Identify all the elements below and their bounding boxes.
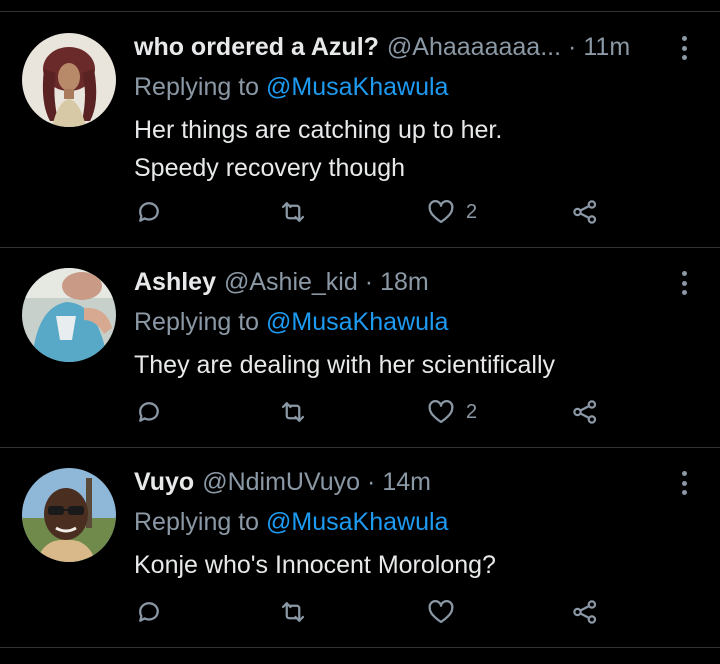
replying-to-label: Replying to xyxy=(134,308,260,336)
more-options-icon[interactable] xyxy=(672,33,696,63)
replying-to: Replying to @MusaKhawula xyxy=(134,306,448,338)
replying-to-label: Replying to xyxy=(134,508,260,536)
tweet-actions: 2 xyxy=(134,396,614,428)
tweet-text: Her things are catching up to her. Speed… xyxy=(134,111,502,187)
user-avatar[interactable] xyxy=(22,33,116,127)
like-count: 2 xyxy=(466,400,478,423)
tweet-text: They are dealing with her scientifically xyxy=(134,346,555,384)
more-options-icon[interactable] xyxy=(672,268,696,298)
heart-icon xyxy=(428,400,454,424)
retweet-button[interactable] xyxy=(278,596,308,628)
user-handle[interactable]: @Ashie_kid xyxy=(224,266,358,298)
user-avatar[interactable] xyxy=(22,268,116,362)
share-icon xyxy=(573,200,597,224)
timestamp[interactable]: 18m xyxy=(380,266,429,298)
retweet-button[interactable] xyxy=(278,396,308,428)
avatar-person-blue-shirt-icon xyxy=(22,268,116,362)
mention-link[interactable]: @MusaKhawula xyxy=(266,73,448,101)
tweet-text-line: Her things are catching up to her. xyxy=(134,116,503,144)
separator-dot: · xyxy=(367,468,376,496)
reply-button[interactable] xyxy=(134,196,164,228)
tweet-item[interactable]: Ashley @Ashie_kid · 18m Replying to @Mus… xyxy=(0,248,720,448)
reply-icon xyxy=(139,602,159,622)
reply-icon xyxy=(139,402,159,422)
heart-icon xyxy=(428,200,454,224)
mention-link[interactable]: @MusaKhawula xyxy=(266,508,448,536)
tweet-header: Vuyo @NdimUVuyo · 14m xyxy=(134,466,670,498)
display-name[interactable]: Ashley xyxy=(134,266,216,298)
retweet-icon xyxy=(281,402,305,422)
share-icon xyxy=(573,400,597,424)
tweet-text-line: Speedy recovery though xyxy=(134,154,406,182)
user-handle[interactable]: @NdimUVuyo xyxy=(202,466,360,498)
replying-to: Replying to @MusaKhawula xyxy=(134,71,448,103)
heart-icon xyxy=(428,600,454,624)
user-handle[interactable]: @Ahaaaaaaa... xyxy=(387,31,561,63)
retweet-button[interactable] xyxy=(278,196,308,228)
tweet-header: who ordered a Azul? @Ahaaaaaaa... · 11m xyxy=(134,31,670,63)
timestamp[interactable]: 14m xyxy=(382,466,431,498)
top-divider xyxy=(0,0,720,12)
timestamp[interactable]: 11m xyxy=(583,31,630,63)
retweet-icon xyxy=(281,202,305,222)
tweet-text-line: Konje who's Innocent Morolong? xyxy=(134,551,496,579)
retweet-icon xyxy=(281,602,305,622)
tweet-item[interactable]: who ordered a Azul? @Ahaaaaaaa... · 11m … xyxy=(0,13,720,248)
replying-to-label: Replying to xyxy=(134,73,260,101)
tweet-text-line: They are dealing with her scientifically xyxy=(134,351,556,379)
reply-button[interactable] xyxy=(134,596,164,628)
reply-icon xyxy=(139,202,159,222)
avatar-woman-braids-icon xyxy=(22,33,116,127)
tweet-text: Konje who's Innocent Morolong? xyxy=(134,546,496,584)
mention-link[interactable]: @MusaKhawula xyxy=(266,308,448,336)
user-avatar[interactable] xyxy=(22,468,116,562)
share-button[interactable] xyxy=(570,196,600,228)
separator-dot: · xyxy=(364,268,374,296)
tweet-actions xyxy=(134,596,614,628)
reply-button[interactable] xyxy=(134,396,164,428)
tweet-actions: 2 xyxy=(134,196,614,228)
avatar-man-glasses-icon xyxy=(22,468,116,562)
share-button[interactable] xyxy=(570,596,600,628)
share-button[interactable] xyxy=(570,396,600,428)
more-options-icon[interactable] xyxy=(672,468,696,498)
like-button[interactable]: 2 xyxy=(426,396,477,428)
tweet-header: Ashley @Ashie_kid · 18m xyxy=(134,266,670,298)
share-icon xyxy=(573,600,597,624)
tweet-item[interactable]: Vuyo @NdimUVuyo · 14m Replying to @MusaK… xyxy=(0,448,720,648)
display-name[interactable]: Vuyo xyxy=(134,466,194,498)
like-count: 2 xyxy=(466,200,478,223)
display-name[interactable]: who ordered a Azul? xyxy=(134,31,379,63)
like-button[interactable] xyxy=(426,596,466,628)
replying-to: Replying to @MusaKhawula xyxy=(134,506,448,538)
separator-dot: · xyxy=(568,33,577,61)
like-button[interactable]: 2 xyxy=(426,196,477,228)
